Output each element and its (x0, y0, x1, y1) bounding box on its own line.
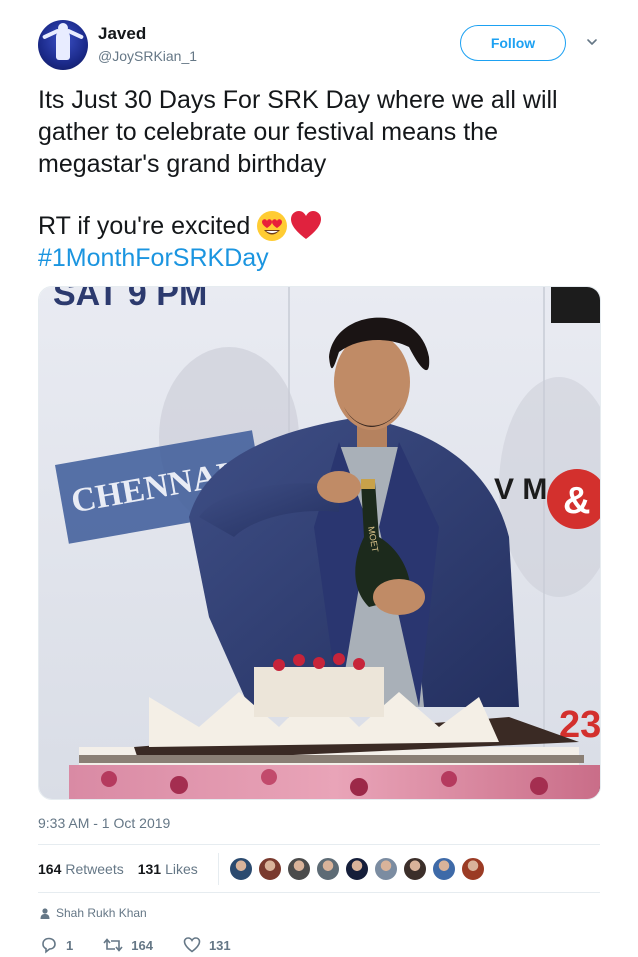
retweets-label: Retweets (65, 861, 124, 877)
like-button[interactable]: 131 (183, 936, 231, 954)
liker-avatar[interactable] (460, 857, 485, 881)
liker-avatar[interactable] (344, 857, 369, 881)
sign-right-letters: V M (494, 473, 547, 506)
heart-icon (183, 937, 201, 953)
tweet-header: Javed @JoySRKian_1 Follow (38, 20, 608, 72)
heart-eyes-emoji-icon (257, 211, 288, 241)
chevron-down-icon[interactable] (586, 36, 598, 48)
liker-avatar[interactable] (286, 857, 311, 881)
tweet-line-2: RT if you're excited (38, 210, 608, 242)
divider (38, 892, 600, 893)
likes-label: Likes (165, 861, 198, 877)
engagement-stats: 164 Retweets 131 Likes (38, 852, 600, 886)
liker-avatar[interactable] (257, 857, 282, 881)
hashtag-link[interactable]: #1MonthForSRKDay (38, 242, 608, 274)
retweets-stat[interactable]: 164 Retweets (38, 861, 124, 877)
avatar[interactable] (38, 20, 88, 70)
tweet-photo[interactable]: SAT 9 PM CHENNAI EXPR & V M 23 BA MOET (38, 286, 601, 800)
retweet-button[interactable]: 164 (103, 936, 153, 954)
context-label: Shah Rukh Khan (56, 906, 147, 920)
tweet-timestamp[interactable]: 9:33 AM - 1 Oct 2019 (38, 815, 170, 831)
tweet-line-1: Its Just 30 Days For SRK Day where we al… (38, 86, 558, 178)
retweet-count: 164 (131, 937, 153, 953)
sign-brand-ampersand: & (563, 480, 590, 522)
red-heart-icon (291, 211, 322, 239)
likes-stat[interactable]: 131 Likes (138, 861, 198, 877)
follow-button[interactable]: Follow (460, 25, 566, 61)
tweet-actions: 1 164 131 (40, 934, 261, 956)
liker-avatar[interactable] (402, 857, 427, 881)
liker-avatar[interactable] (373, 857, 398, 881)
liker-avatar[interactable] (315, 857, 340, 881)
person-icon (40, 907, 50, 919)
like-count: 131 (208, 937, 231, 953)
tweet-text: Its Just 30 Days For SRK Day where we al… (38, 84, 608, 274)
liker-avatar[interactable] (228, 857, 253, 881)
liker-avatar[interactable] (431, 857, 456, 881)
author-name[interactable]: Javed (98, 24, 146, 44)
reply-icon (42, 937, 56, 954)
divider (38, 844, 600, 845)
likes-count: 131 (137, 861, 162, 877)
tweet-rt-text: RT if you're excited (38, 212, 251, 240)
sign-sat-9pm: SAT 9 PM (53, 287, 207, 313)
stats-separator (217, 853, 219, 885)
reply-count: 1 (66, 937, 74, 953)
tweet-context[interactable]: Shah Rukh Khan (40, 906, 147, 920)
liker-avatars (228, 857, 490, 881)
retweet-icon (103, 938, 123, 952)
retweets-count: 164 (38, 861, 62, 877)
author-handle[interactable]: @JoySRKian_1 (98, 48, 197, 64)
reply-button[interactable]: 1 (40, 936, 73, 954)
photo-scene: SAT 9 PM CHENNAI EXPR & V M 23 BA MOET (39, 287, 600, 799)
